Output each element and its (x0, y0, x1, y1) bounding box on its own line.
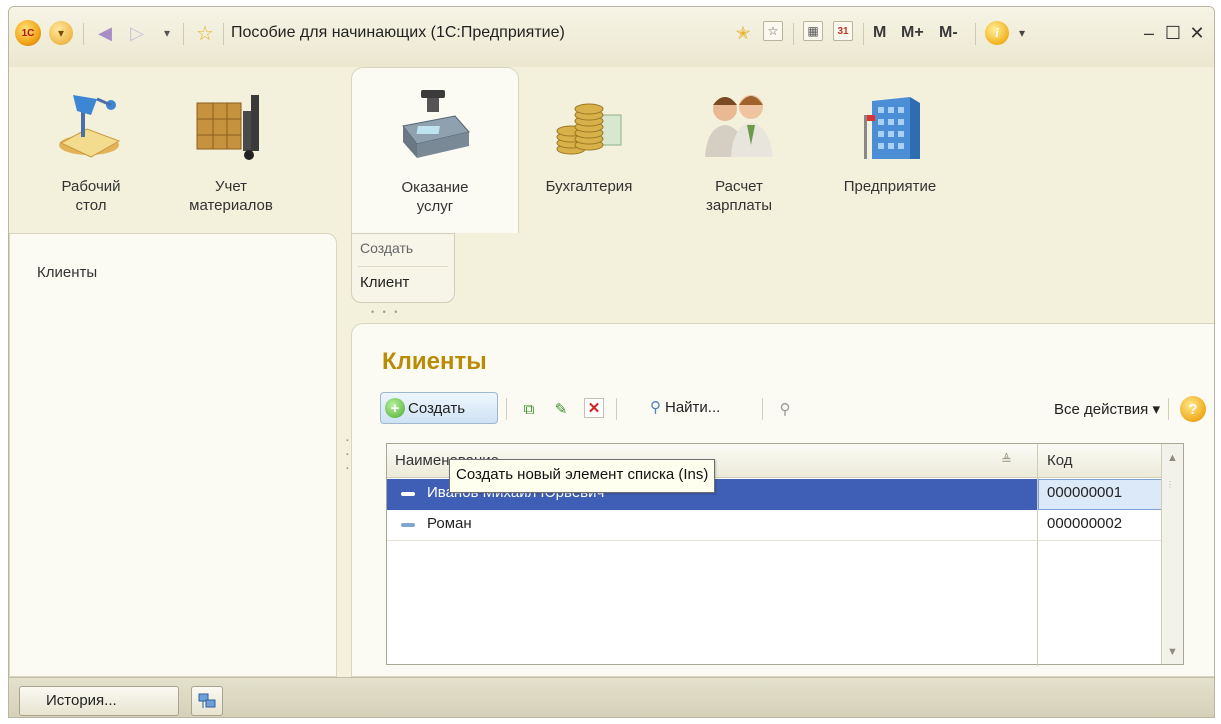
building-icon (864, 97, 920, 159)
memory-minus-button[interactable]: M- (939, 21, 958, 45)
magnifier-icon: ⚲ (650, 399, 661, 416)
favorites-add-icon[interactable]: ✭ (731, 21, 755, 45)
info-dropdown-icon[interactable]: ▾ (1015, 21, 1029, 45)
scroll-down-icon[interactable]: ▼ (1167, 646, 1178, 658)
row-name: Роман (427, 515, 472, 532)
bookmark-icon[interactable]: ☆ (763, 21, 783, 41)
favorites-star-icon[interactable]: ☆ (193, 21, 217, 45)
scroll-up-icon[interactable]: ▲ (1167, 452, 1178, 464)
list-form: Клиенты + Создать ⧉ ✎ ✕ ⚲ Найти... ⚲ Все… (351, 323, 1214, 677)
history-button[interactable]: История... (19, 686, 179, 716)
find-button-label: Найти... (665, 398, 721, 416)
boxes-icon (196, 95, 259, 160)
connections-button[interactable] (191, 686, 223, 716)
item-marker-icon (401, 492, 415, 496)
history-dropdown-icon[interactable]: ▾ (159, 21, 175, 45)
section-payroll[interactable]: Расчет зарплаты (669, 67, 809, 233)
plus-icon: + (385, 398, 405, 418)
create-client-command[interactable]: Клиент (360, 274, 409, 291)
create-panel-header: Создать (360, 240, 414, 256)
all-actions-menu[interactable]: Все действия ▾ (1054, 400, 1160, 418)
app-window: 1С ▾ ◀ ▷ ▾ ☆ Пособие для начинающих (1С:… (8, 6, 1215, 718)
info-icon[interactable]: i (985, 21, 1009, 45)
create-button[interactable]: + Создать (380, 392, 498, 424)
section-label: Бухгалтерия (545, 178, 633, 195)
nav-item-clients[interactable]: Клиенты (37, 264, 97, 281)
calendar-icon[interactable]: 31 (833, 21, 853, 41)
divider (358, 266, 448, 267)
main-menu-icon[interactable]: ▾ (49, 21, 73, 45)
status-bar: История... (9, 677, 1214, 717)
section-label: Оказание услуг (401, 179, 469, 215)
column-divider (1037, 444, 1038, 666)
column-header-code[interactable]: Код (1047, 452, 1073, 469)
section-materials[interactable]: Учет материалов (161, 67, 301, 233)
create-panel-resize-handle[interactable]: • • • (371, 307, 400, 317)
sections-panel: Рабочий стол Учет материалов Оказание ус… (9, 67, 1214, 233)
calculator-icon[interactable]: ▦ (803, 21, 823, 41)
close-icon[interactable]: ✕ (1187, 21, 1207, 45)
copy-item-icon[interactable]: ⧉ (518, 398, 540, 420)
section-enterprise[interactable]: Предприятие (815, 67, 965, 233)
people-icon (705, 95, 773, 157)
coins-icon (556, 103, 622, 155)
back-arrow-icon[interactable]: ◀ (95, 21, 115, 45)
scroll-thumb[interactable]: ⋮ (1166, 480, 1178, 504)
forward-arrow-icon[interactable]: ▷ (127, 21, 147, 45)
section-label: Расчет зарплаты (705, 178, 773, 214)
table-row[interactable]: Роман 000000002 (387, 510, 1163, 541)
section-services[interactable]: Оказание услуг (351, 67, 519, 233)
row-code: 000000001 (1047, 484, 1123, 501)
form-title: Клиенты (382, 348, 487, 375)
network-icon (198, 693, 216, 708)
create-button-label: Создать (408, 399, 466, 417)
memory-plus-button[interactable]: M+ (901, 21, 924, 45)
form-toolbar: + Создать ⧉ ✎ ✕ ⚲ Найти... ⚲ Все действи… (380, 390, 1212, 426)
cancel-search-icon[interactable]: ⚲ (774, 398, 796, 420)
help-icon[interactable]: ? (1180, 396, 1206, 422)
desk-lamp-icon (59, 95, 121, 158)
navigation-panel: Клиенты (9, 233, 337, 677)
section-label: Рабочий стол (61, 178, 121, 214)
find-button[interactable]: ⚲ Найти... (650, 398, 721, 417)
row-code: 000000002 (1047, 515, 1123, 532)
section-label: Учет материалов (189, 178, 273, 214)
sort-indicator-icon: ≜ (1001, 452, 1012, 467)
vertical-scrollbar[interactable]: ▲ ⋮ ▼ (1161, 444, 1183, 664)
maximize-icon[interactable]: ☐ (1163, 21, 1183, 45)
item-marker-icon (401, 523, 415, 527)
window-title: Пособие для начинающих (1С:Предприятие) (231, 24, 565, 41)
edit-pencil-icon[interactable]: ✎ (550, 398, 572, 420)
create-panel: Создать Клиент (351, 233, 455, 303)
delete-mark-icon[interactable]: ✕ (584, 398, 604, 418)
minimize-icon[interactable]: – (1139, 21, 1159, 45)
section-desktop[interactable]: Рабочий стол (21, 67, 161, 233)
cash-register-icon (402, 90, 470, 158)
title-bar: 1С ▾ ◀ ▷ ▾ ☆ Пособие для начинающих (1С:… (9, 7, 1214, 67)
section-label: Предприятие (843, 178, 937, 195)
create-button-tooltip: Создать новый элемент списка (Ins) (449, 459, 716, 493)
memory-button[interactable]: M (873, 21, 886, 45)
section-accounting[interactable]: Бухгалтерия (519, 67, 659, 233)
app-logo[interactable]: 1С (15, 20, 41, 46)
